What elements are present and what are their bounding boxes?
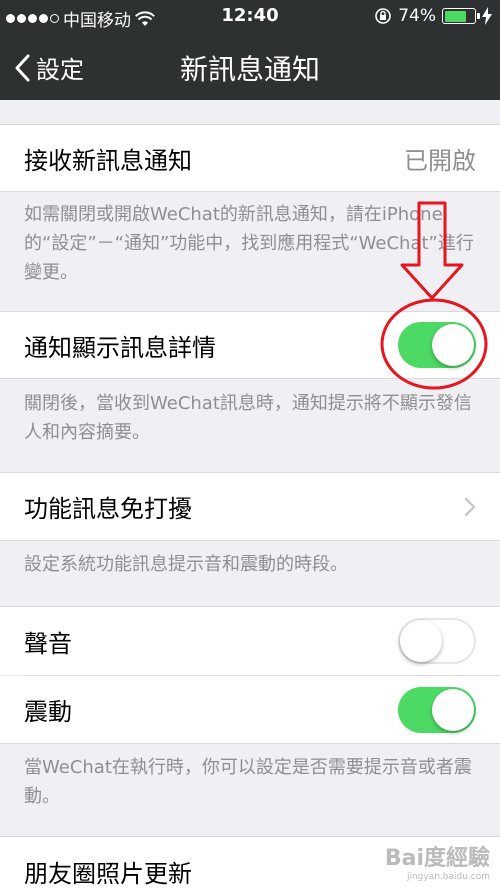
receive-notifications-label: 接收新訊息通知 <box>24 146 192 175</box>
chevron-right-icon <box>464 497 476 516</box>
watermark-text: Bai度經驗 <box>384 846 490 871</box>
do-not-disturb-note: 設定系統功能訊息提示音和震動的時段。 <box>24 554 348 575</box>
moments-updates-label: 朋友圈照片更新 <box>24 860 192 888</box>
sound-toggle[interactable] <box>398 618 476 664</box>
watermark-sub: jingyan.baidu.com <box>406 872 490 882</box>
show-details-toggle[interactable] <box>398 322 476 368</box>
rotation-lock-icon <box>375 8 392 24</box>
watermark: Bai度經驗 jingyan.baidu.com <box>385 840 490 882</box>
receive-notifications-value: 已開啟 <box>404 146 476 175</box>
status-bar: 中国移动 12:40 74% <box>0 0 500 34</box>
toggle-knob <box>432 688 474 731</box>
charging-bolt-icon <box>482 7 492 25</box>
vibrate-label: 震動 <box>24 698 72 726</box>
sound-vibrate-note: 當WeChat在執行時，你可以設定是否需要提示音或者震動。 <box>24 757 472 807</box>
battery-level <box>444 10 466 22</box>
status-right: 74% <box>374 6 492 26</box>
receive-notifications-note: 如需關閉或開啟WeChat的新訊息通知，請在iPhone的“設定”－“通知”功能… <box>24 204 474 283</box>
show-details-label: 通知顯示訊息詳情 <box>24 333 216 362</box>
show-details-note: 關閉後，當收到WeChat訊息時，通知提示將不顯示發信人和內容摘要。 <box>24 393 472 443</box>
page-title: 新訊息通知 <box>179 53 320 86</box>
show-details-row: 通知顯示訊息詳情 <box>0 311 500 379</box>
battery-percent: 74% <box>398 6 436 26</box>
sound-label: 聲音 <box>24 629 72 658</box>
vibrate-row: 震動 <box>0 676 500 744</box>
do-not-disturb-row[interactable]: 功能訊息免打擾 <box>0 472 500 541</box>
navigation-bar: 設定 新訊息通知 <box>0 34 500 100</box>
battery-icon <box>442 8 480 24</box>
toggle-knob <box>432 324 474 366</box>
do-not-disturb-label: 功能訊息免打擾 <box>24 495 192 523</box>
toggle-knob <box>400 620 442 662</box>
receive-notifications-row[interactable]: 接收新訊息通知 已開啟 <box>0 124 500 192</box>
vibrate-toggle[interactable] <box>398 686 476 733</box>
sound-row: 聲音 <box>0 606 500 675</box>
